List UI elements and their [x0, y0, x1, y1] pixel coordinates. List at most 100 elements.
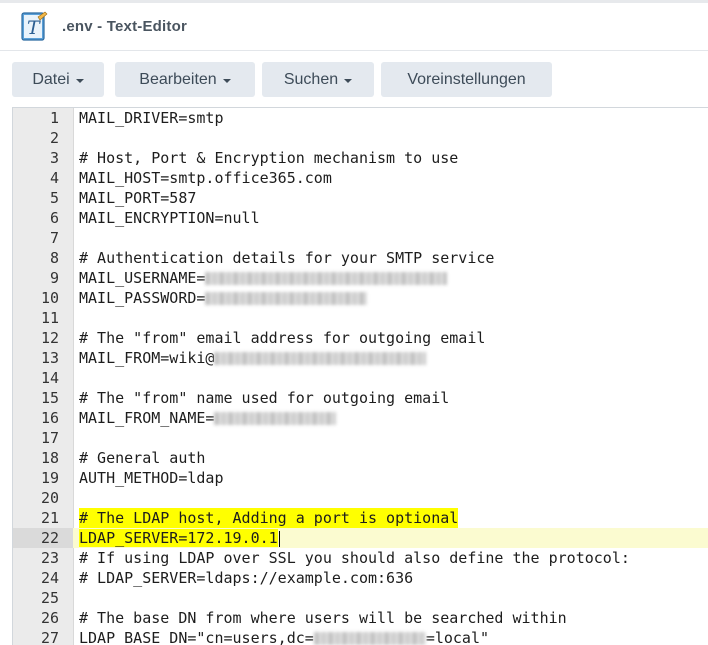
line-text: AUTH_METHOD=ldap [79, 469, 224, 487]
datei-menu-label: Datei [32, 70, 70, 88]
line-number: 18 [40, 449, 59, 467]
line-number: 15 [40, 389, 59, 407]
redacted-value [214, 352, 427, 365]
line-number: 7 [49, 229, 59, 247]
line-text: MAIL_ENCRYPTION=null [79, 209, 260, 227]
redacted-value [313, 632, 426, 645]
suchen-menu-button[interactable]: Suchen [262, 62, 374, 97]
line-text: # LDAP_SERVER=ldaps://example.com:636 [79, 569, 414, 587]
line-number: 26 [40, 609, 59, 627]
line-text-prefix: MAIL_FROM_NAME= [79, 409, 215, 427]
code-line[interactable]: 16 MAIL_FROM_NAME= [13, 408, 708, 428]
line-number: 24 [40, 569, 59, 587]
line-number: 6 [49, 209, 59, 227]
text-editor-area[interactable]: 1 MAIL_DRIVER=smtp 2 3 # Host, Port & Encr… [12, 107, 708, 645]
line-number: 3 [49, 149, 59, 167]
voreinstellungen-label: Voreinstellungen [407, 70, 526, 88]
code-line[interactable]: 14 [13, 368, 708, 388]
code-line[interactable]: 17 [13, 428, 708, 448]
line-number: 8 [49, 249, 59, 267]
code-line[interactable]: 10 MAIL_PASSWORD= [13, 288, 708, 308]
text-editor-app-icon: T [21, 11, 48, 41]
line-text: MAIL_FROM=wiki@ [79, 348, 427, 368]
line-number: 20 [40, 489, 59, 507]
code-line[interactable]: 19 AUTH_METHOD=ldap [13, 468, 708, 488]
code-line[interactable]: 2 [13, 128, 708, 148]
line-text: MAIL_FROM_NAME= [79, 408, 337, 428]
line-number: 17 [40, 429, 59, 447]
datei-menu-button[interactable]: Datei [12, 62, 104, 97]
line-text: # General auth [79, 449, 206, 467]
line-text-suffix: =local" [425, 629, 490, 645]
line-text: # The "from" email address for outgoing … [79, 329, 486, 347]
line-text-highlighted: LDAP_SERVER=172.19.0.1 [79, 529, 278, 547]
line-number: 27 [40, 629, 59, 645]
line-number: 1 [49, 109, 59, 127]
code-line[interactable]: 23 # If using LDAP over SSL you should al… [13, 548, 708, 568]
code-line[interactable]: 15 # The "from" name used for outgoing em… [13, 388, 708, 408]
line-number: 16 [40, 409, 59, 427]
code-line[interactable]: 5 MAIL_PORT=587 [13, 188, 708, 208]
code-line[interactable]: 7 [13, 228, 708, 248]
code-line[interactable]: 11 [13, 308, 708, 328]
code-line[interactable]: 21 # The LDAP host, Adding a port is opti… [13, 508, 708, 528]
suchen-menu-label: Suchen [283, 70, 339, 88]
line-text-prefix: MAIL_USERNAME= [79, 269, 206, 287]
line-text: # The base DN from where users will be s… [79, 609, 567, 627]
line-text: MAIL_PORT=587 [79, 189, 197, 207]
redacted-value [214, 412, 337, 425]
voreinstellungen-button[interactable]: Voreinstellungen [381, 62, 552, 97]
line-number: 9 [49, 269, 59, 287]
svg-text:T: T [27, 17, 41, 39]
code-line[interactable]: 25 [13, 588, 708, 608]
line-number: 12 [40, 329, 59, 347]
line-number: 19 [40, 469, 59, 487]
chevron-down-icon [75, 78, 84, 83]
line-number: 23 [40, 549, 59, 567]
code-line[interactable]: 24 # LDAP_SERVER=ldaps://example.com:636 [13, 568, 708, 588]
text-cursor [278, 530, 280, 547]
line-number: 21 [40, 509, 59, 527]
line-text: # Authentication details for your SMTP s… [79, 249, 495, 267]
title-bar: T .env - Text-Editor [0, 3, 708, 51]
line-text-highlighted: # The LDAP host, Adding a port is option… [79, 508, 459, 528]
line-number: 2 [49, 129, 59, 147]
code-line-active[interactable]: 22 LDAP_SERVER=172.19.0.1 [13, 528, 708, 548]
bearbeiten-menu-button[interactable]: Bearbeiten [115, 62, 255, 97]
line-number: 14 [40, 369, 59, 387]
line-text-prefix: MAIL_FROM=wiki@ [79, 349, 215, 367]
chevron-down-icon [344, 78, 353, 83]
line-text: # The "from" name used for outgoing emai… [79, 389, 450, 407]
code-line[interactable]: 4 MAIL_HOST=smtp.office365.com [13, 168, 708, 188]
window-title: .env - Text-Editor [62, 18, 187, 35]
code-line[interactable]: 9 MAIL_USERNAME= [13, 268, 708, 288]
code-line[interactable]: 6 MAIL_ENCRYPTION=null [13, 208, 708, 228]
line-text: MAIL_HOST=smtp.office365.com [79, 169, 332, 187]
line-text: # If using LDAP over SSL you should also… [79, 549, 630, 567]
bearbeiten-menu-label: Bearbeiten [139, 70, 217, 88]
code-line[interactable]: 12 # The "from" email address for outgoin… [13, 328, 708, 348]
code-line[interactable]: 13 MAIL_FROM=wiki@ [13, 348, 708, 368]
line-text: LDAP_BASE_DN="cn=users,dc= =local" [79, 628, 489, 645]
line-text: MAIL_USERNAME= [79, 268, 448, 288]
code-line[interactable]: 27 LDAP_BASE_DN="cn=users,dc= =local" [13, 628, 708, 645]
code-line[interactable]: 20 [13, 488, 708, 508]
redacted-value [205, 292, 368, 305]
line-text-prefix: MAIL_PASSWORD= [79, 289, 206, 307]
line-text: # Host, Port & Encryption mechanism to u… [79, 149, 459, 167]
code-line[interactable]: 3 # Host, Port & Encryption mechanism to … [13, 148, 708, 168]
line-text: MAIL_PASSWORD= [79, 288, 368, 308]
line-text-prefix: LDAP_BASE_DN="cn=users,dc= [79, 629, 314, 645]
code-line[interactable]: 18 # General auth [13, 448, 708, 468]
code-line[interactable]: 26 # The base DN from where users will be… [13, 608, 708, 628]
toolbar: Datei Bearbeiten Suchen Voreinstellungen [0, 51, 708, 105]
line-number: 5 [49, 189, 59, 207]
line-text: LDAP_SERVER=172.19.0.1 [79, 528, 280, 548]
chevron-down-icon [222, 78, 231, 83]
line-number: 4 [49, 169, 59, 187]
line-number: 25 [40, 589, 59, 607]
code-line[interactable]: 1 MAIL_DRIVER=smtp [13, 108, 708, 128]
code-line[interactable]: 8 # Authentication details for your SMTP … [13, 248, 708, 268]
line-text: MAIL_DRIVER=smtp [79, 109, 224, 127]
code-lines: 1 MAIL_DRIVER=smtp 2 3 # Host, Port & Encr… [13, 108, 708, 645]
